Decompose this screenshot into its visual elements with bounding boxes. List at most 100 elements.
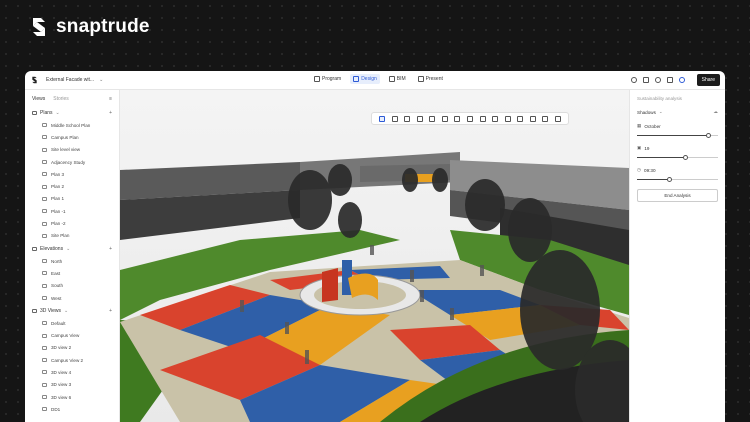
cloud-icon[interactable]: ☁ (713, 109, 718, 115)
view-item[interactable]: Middle School Plan (25, 119, 119, 131)
app-logo-icon[interactable] (31, 76, 38, 84)
rotate-tool-icon[interactable] (479, 115, 486, 122)
scene-render[interactable] (120, 90, 629, 422)
calendar-icon: ▦ (637, 123, 642, 128)
folder-icon (32, 309, 37, 314)
copy-tool-icon[interactable] (466, 115, 473, 122)
view-label: 3D view 4 (51, 369, 72, 375)
tab-stories[interactable]: Stories (53, 96, 69, 102)
add-icon[interactable]: + (109, 246, 112, 252)
view-label: Middle School Plan (51, 122, 91, 128)
history-icon[interactable] (654, 77, 661, 83)
month-slider[interactable] (637, 131, 718, 139)
dimension-tool-icon[interactable] (554, 115, 561, 122)
array-tool-icon[interactable] (504, 115, 511, 122)
mode-design[interactable]: Design (350, 74, 380, 84)
add-icon[interactable]: + (109, 110, 112, 116)
view-label: Plan 2 (51, 184, 65, 190)
view-label: 3D view 2 (51, 345, 72, 351)
move-tool-icon[interactable] (454, 115, 461, 122)
view-item[interactable]: Site Plan (25, 230, 119, 242)
share-button[interactable]: Share (696, 74, 720, 86)
mode-present[interactable]: Present (415, 74, 446, 84)
select-tool-icon[interactable] (379, 115, 386, 122)
view-icon (42, 345, 47, 350)
project-title[interactable]: External Facade wit... (46, 77, 94, 83)
view-item[interactable]: Plan 1 (25, 193, 119, 205)
view-icon (42, 233, 47, 238)
measure-tool-icon[interactable] (529, 115, 536, 122)
view-label: Site Plan (51, 233, 70, 239)
circle-tool-icon[interactable] (416, 115, 423, 122)
bim-icon (388, 76, 395, 82)
arc-tool-icon[interactable] (404, 115, 411, 122)
fullscreen-icon[interactable] (666, 77, 673, 83)
comment-icon[interactable] (630, 77, 637, 83)
drawing-toolbar (371, 112, 569, 125)
view-item[interactable]: DD1 (25, 403, 119, 415)
end-analysis-button[interactable]: End Analysis (637, 189, 718, 202)
view-item[interactable]: 3D view 3 (25, 379, 119, 391)
scale-tool-icon[interactable] (492, 115, 499, 122)
view-label: 3D view 3 (51, 382, 72, 388)
polygon-tool-icon[interactable] (441, 115, 448, 122)
time-label-row: ◷ 09:30 (637, 167, 656, 173)
view-icon (42, 271, 47, 276)
view-item[interactable]: 3D view 6 (25, 391, 119, 403)
view-icon (42, 382, 47, 387)
view-item[interactable]: Campus View 2 (25, 354, 119, 366)
view-item[interactable]: Campus View (25, 329, 119, 341)
day-icon: ▣ (637, 145, 642, 150)
view-item[interactable]: Plan 3 (25, 168, 119, 180)
view-icon (42, 283, 47, 288)
view-label: Default (51, 320, 66, 326)
chevron-down-icon: ⌄ (64, 308, 69, 315)
view-item[interactable]: Campus Plan (25, 131, 119, 143)
snaptrude-logo-icon (33, 18, 45, 36)
chevron-down-icon: ⌄ (66, 245, 71, 252)
view-item[interactable]: Plan -1 (25, 205, 119, 217)
view-item[interactable]: North (25, 255, 119, 267)
view-item[interactable]: Plan 2 (25, 180, 119, 192)
view-item[interactable]: South (25, 280, 119, 292)
3d-viewport[interactable] (120, 90, 629, 422)
section-header[interactable]: Plans ⌄ + (25, 106, 119, 119)
view-label: Plan 3 (51, 171, 65, 177)
view-item[interactable]: Plan -2 (25, 217, 119, 229)
tab-views[interactable]: Views (32, 96, 45, 102)
view-item[interactable]: Site level view (25, 144, 119, 156)
filter-icon[interactable]: ≡ (109, 96, 112, 102)
view-icon (42, 147, 47, 152)
view-icon (42, 172, 47, 177)
view-item[interactable]: 3D view 2 (25, 342, 119, 354)
view-label: Site level view (51, 147, 81, 153)
section-header[interactable]: Elevations ⌄ + (25, 242, 119, 255)
view-icon (42, 395, 47, 400)
align-tool-icon[interactable] (517, 115, 524, 122)
view-item[interactable]: Adjacency Study (25, 156, 119, 168)
panel-title: Sustainability analysis (637, 96, 682, 101)
line-tool-icon[interactable] (391, 115, 398, 122)
rectangle-tool-icon[interactable] (429, 115, 436, 122)
section-label: 3D Views (40, 308, 62, 315)
paint-tool-icon[interactable] (542, 115, 549, 122)
day-slider[interactable] (637, 153, 718, 161)
view-item[interactable]: West (25, 292, 119, 304)
view-label: Campus View (51, 333, 80, 339)
mode-bim[interactable]: BIM (386, 74, 409, 84)
view-icon (42, 184, 47, 189)
view-label: South (51, 283, 64, 289)
time-slider[interactable] (637, 175, 718, 183)
add-icon[interactable]: + (109, 308, 112, 314)
list-icon[interactable] (642, 77, 649, 83)
section-header[interactable]: 3D Views ⌄ + (25, 304, 119, 317)
mode-program[interactable]: Program (311, 74, 344, 84)
view-item[interactable]: Default (25, 317, 119, 329)
shadows-dropdown[interactable]: Shadows ⌄ ☁ (630, 107, 725, 117)
view-item[interactable]: 3D view 4 (25, 366, 119, 378)
settings-icon[interactable] (678, 77, 685, 83)
view-label: North (51, 258, 63, 264)
view-item[interactable]: East (25, 267, 119, 279)
sustainability-panel: Sustainability analysis Shadows ⌄ ☁ ▦ Oct… (629, 90, 725, 422)
chevron-down-icon[interactable]: ⌄ (99, 77, 103, 83)
